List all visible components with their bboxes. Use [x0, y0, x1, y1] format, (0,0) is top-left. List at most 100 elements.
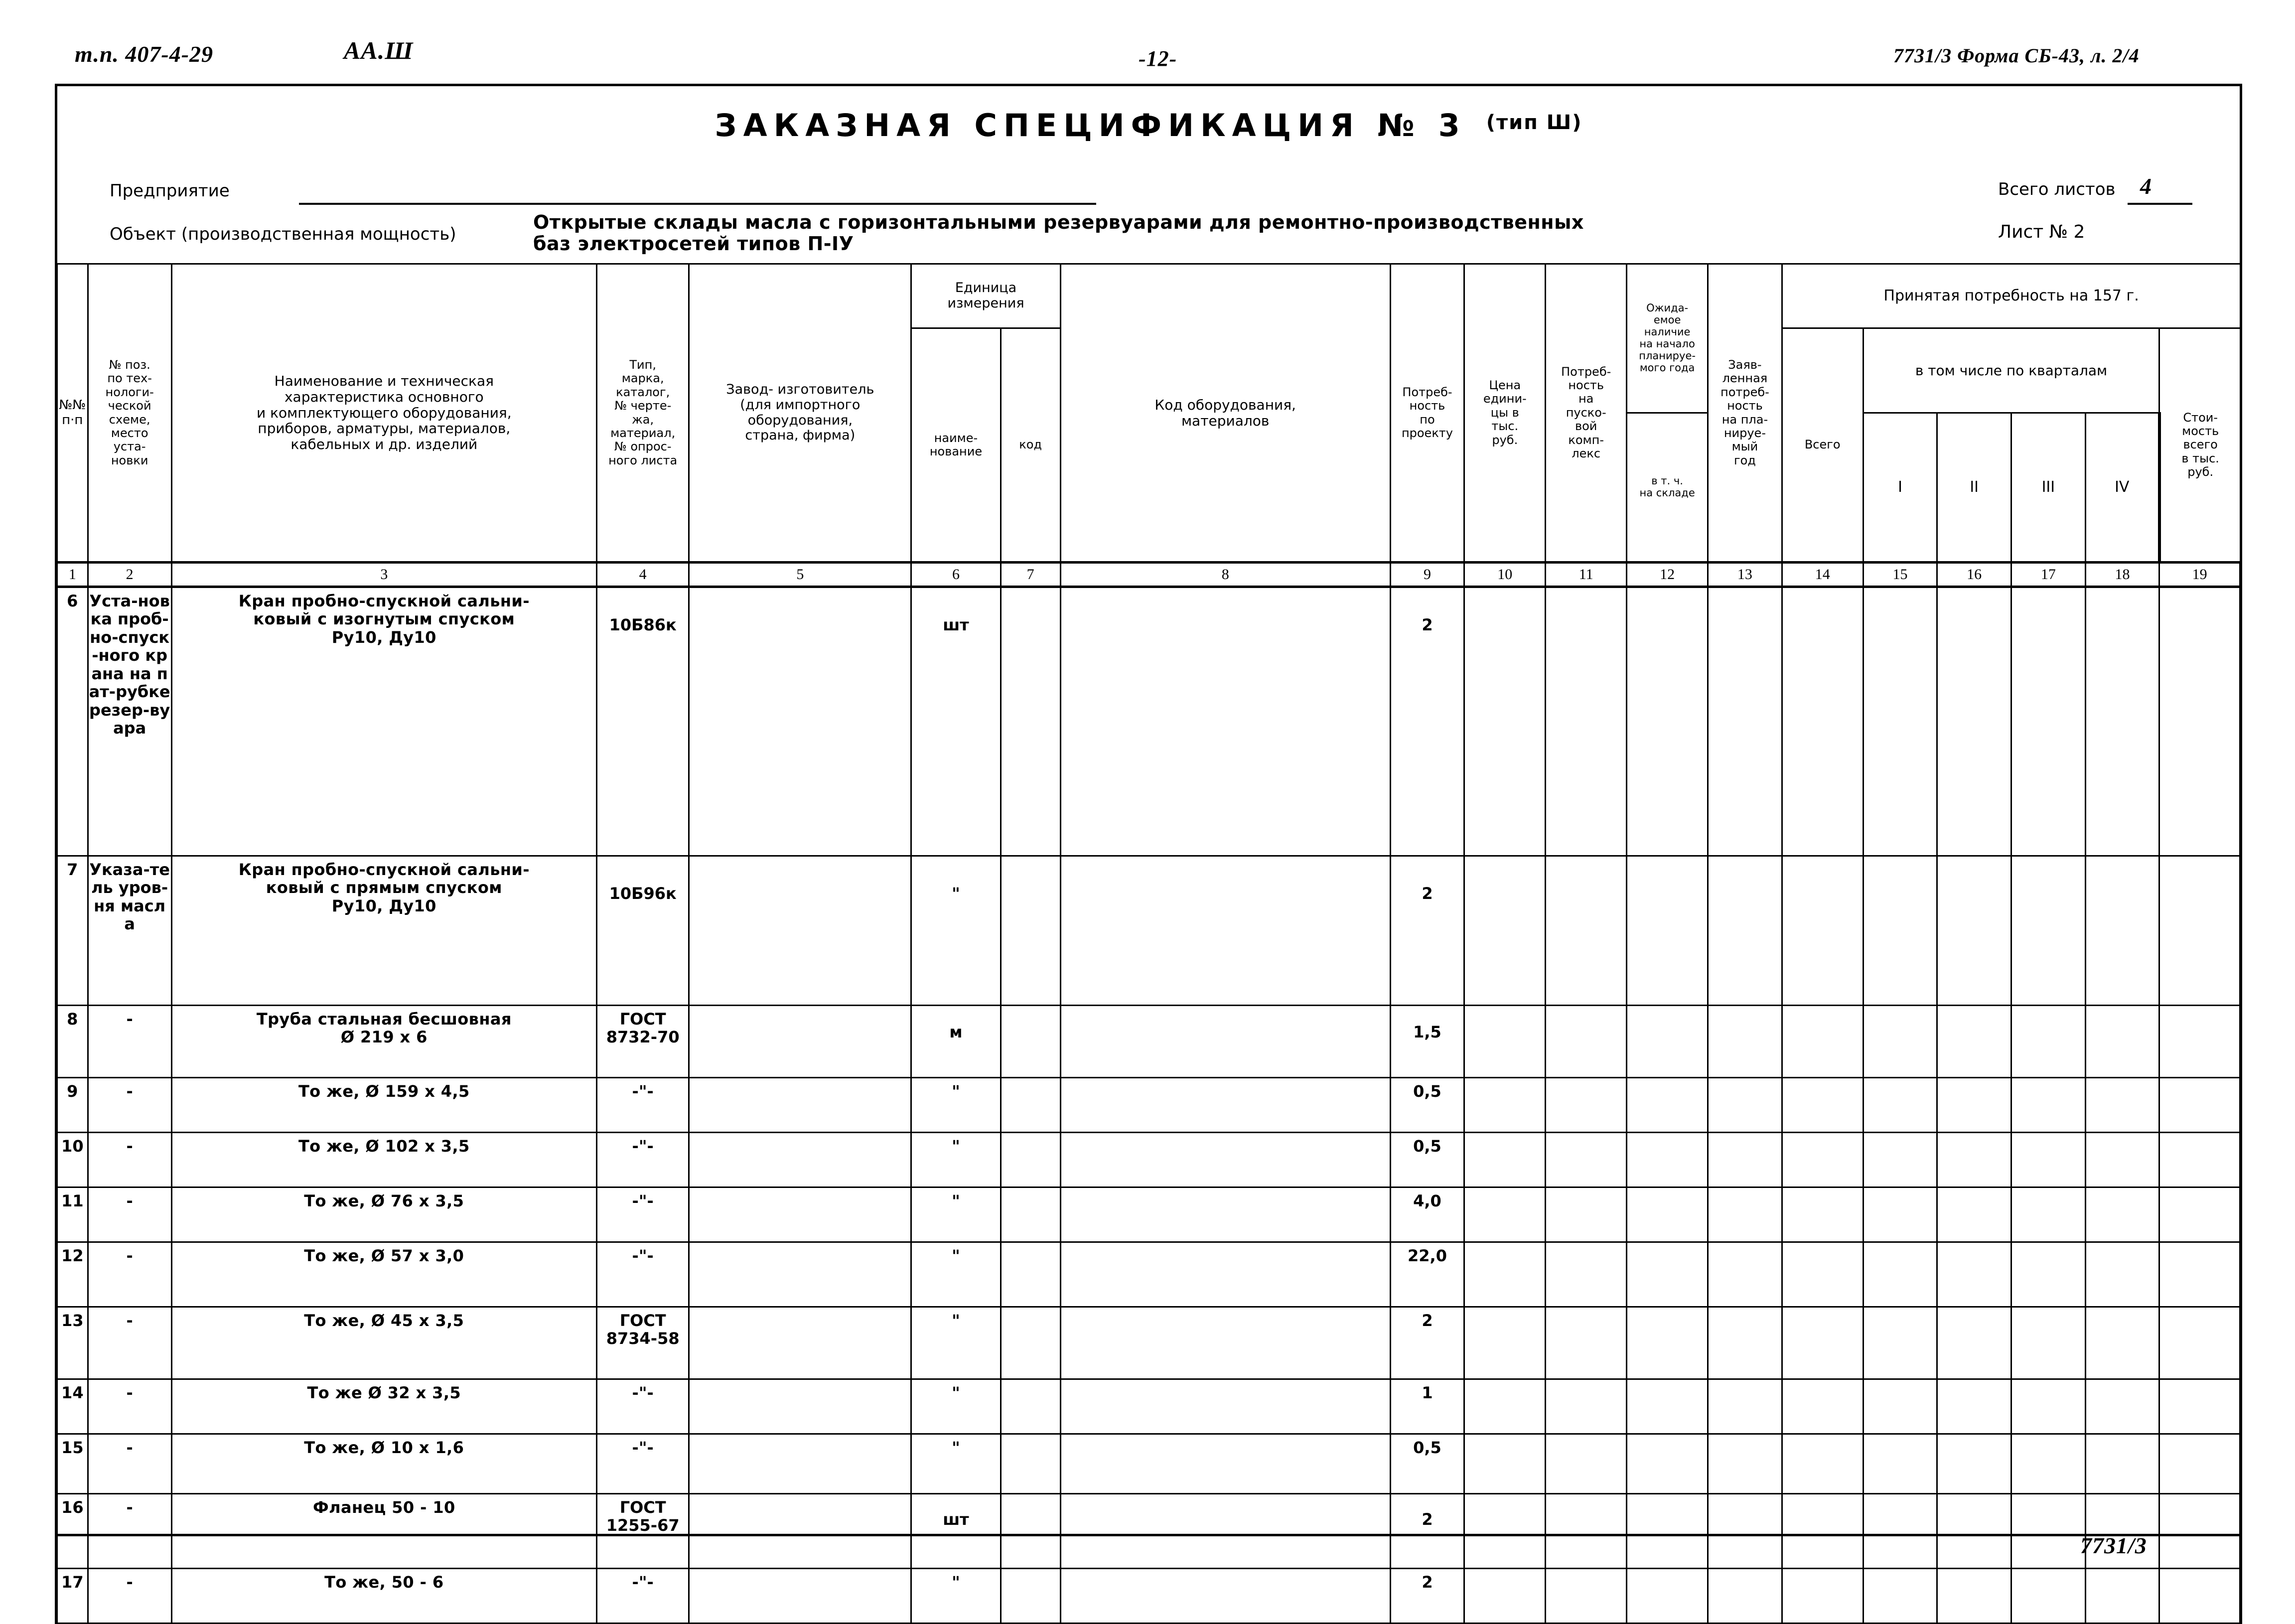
th-quarters-group: в том числе по кварталам — [1862, 327, 2160, 414]
cell-q1 — [1862, 1306, 1938, 1380]
th-quarter-3: III — [2010, 412, 2086, 563]
cell-accepted-total — [1781, 1306, 1864, 1380]
cell-unit-name: " — [910, 1433, 1002, 1494]
cell-accepted-total — [1781, 586, 1864, 857]
cell-q2 — [1936, 1433, 2012, 1494]
cell-unit-price — [1463, 1005, 1547, 1078]
cell-manufacturer — [688, 1493, 912, 1569]
cell-accepted-total — [1781, 1077, 1864, 1133]
table-row[interactable]: 13 - То же, Ø 45 х 3,5 ГОСТ 8734-58 " 2 — [54, 1306, 2243, 1380]
enterprise-input-rule[interactable] — [299, 203, 1096, 205]
cell-accepted-total — [1781, 855, 1864, 1006]
cell-cost-total — [2158, 855, 2243, 1006]
cell-qty-project: 4,0 — [1389, 1186, 1465, 1243]
cell-cost-total — [2158, 1306, 2243, 1380]
cell-qty-startup — [1545, 1433, 1628, 1494]
table-row[interactable]: 12 - То же, Ø 57 х 3,0 -"- " 22,0 — [54, 1241, 2243, 1308]
colnum-3: 3 — [170, 561, 598, 588]
table-row[interactable]: 6 Уста-новка проб-но-спуск-ного крана на… — [54, 586, 2243, 857]
cell-qty-startup — [1545, 1306, 1628, 1380]
cell-unit-price — [1463, 1433, 1547, 1494]
cell-type: ГОСТ 1255-67 — [595, 1493, 690, 1569]
cell-cost-total — [2158, 1186, 2243, 1243]
cell-qty-startup — [1545, 1493, 1628, 1569]
cell-q4 — [2084, 1241, 2160, 1308]
colnum-5: 5 — [688, 561, 912, 588]
cell-q2 — [1936, 1378, 2012, 1435]
colnum-15: 15 — [1862, 561, 1938, 588]
cell-q4 — [2084, 1306, 2160, 1380]
cell-name: Труба стальная бесшовная Ø 219 х 6 — [170, 1005, 598, 1078]
cell-unit-code — [1000, 1378, 1061, 1435]
cell-cost-total — [2158, 1568, 2243, 1624]
cell-q1 — [1862, 1378, 1938, 1435]
cell-q1 — [1862, 1493, 1938, 1569]
cell-manufacturer — [688, 1186, 912, 1243]
colnum-8: 8 — [1059, 561, 1391, 588]
colnum-7: 7 — [1000, 561, 1061, 588]
th-accepted-total: Всего — [1781, 327, 1864, 563]
object-value: Открытые склады масла с горизонтальными … — [533, 211, 1584, 255]
cell-cost-total — [2158, 1433, 2243, 1494]
cell-q3 — [2010, 1132, 2086, 1188]
cell-equipment-code — [1059, 855, 1391, 1006]
cell-unit-code — [1000, 1568, 1061, 1624]
cell-cost-total — [2158, 1132, 2243, 1188]
cell-qty-startup — [1545, 1186, 1628, 1243]
th-row-number: №№ п·п — [54, 263, 89, 563]
table-row[interactable]: 7 Указа-тель уров-ня масла Кран пробно-с… — [54, 855, 2243, 1006]
table-row[interactable]: 14 - То же Ø 32 х 3,5 -"- " 1 — [54, 1378, 2243, 1435]
cell-accepted-total — [1781, 1378, 1864, 1435]
th-type-mark-catalog: Тип, марка, каталог, № черте- жа, матери… — [595, 263, 690, 563]
cell-q3 — [2010, 1077, 2086, 1133]
cell-equipment-code — [1059, 1077, 1391, 1133]
cell-manufacturer — [688, 1077, 912, 1133]
cell-accepted-total — [1781, 1132, 1864, 1188]
colnum-12: 12 — [1626, 561, 1709, 588]
cell-q2 — [1936, 1077, 2012, 1133]
cell-q4 — [2084, 1132, 2160, 1188]
cell-qty-project: 0,5 — [1389, 1433, 1465, 1494]
th-quarter-1: I — [1862, 412, 1938, 563]
cell-manufacturer — [688, 1132, 912, 1188]
table-row[interactable]: 15 - То же, Ø 10 х 1,6 -"- " 0,5 — [54, 1433, 2243, 1494]
cell-qty-project: 0,5 — [1389, 1077, 1465, 1133]
cell-name: То же Ø 32 х 3,5 — [170, 1378, 598, 1435]
th-manufacturer: Завод- изготовитель (для импортного обор… — [688, 263, 912, 563]
table-row[interactable]: 9 - То же, Ø 159 х 4,5 -"- " 0,5 — [54, 1077, 2243, 1133]
th-position-scheme: № поз. по тех- нологи- ческой схеме, мес… — [87, 263, 172, 563]
table-row[interactable]: 17 - То же, 50 - 6 -"- " 2 — [54, 1568, 2243, 1624]
cell-cost-total — [2158, 1005, 2243, 1078]
cell-declared-need — [1707, 1378, 1783, 1435]
cell-row-number: 17 — [54, 1568, 89, 1624]
cell-type: ГОСТ 8732-70 — [595, 1005, 690, 1078]
cell-manufacturer — [688, 1005, 912, 1078]
colnum-1: 1 — [54, 561, 89, 588]
cell-q3 — [2010, 1241, 2086, 1308]
cell-position: - — [87, 1005, 172, 1078]
cell-qty-project: 1,5 — [1389, 1005, 1465, 1078]
table-row[interactable]: 11 - То же, Ø 76 х 3,5 -"- " 4,0 — [54, 1186, 2243, 1243]
cell-q1 — [1862, 1241, 1938, 1308]
cell-type: 10Б86к — [595, 586, 690, 857]
table-row[interactable]: 8 - Труба стальная бесшовная Ø 219 х 6 Г… — [54, 1005, 2243, 1078]
cell-accepted-total — [1781, 1241, 1864, 1308]
colnum-14: 14 — [1781, 561, 1864, 588]
cell-row-number: 12 — [54, 1241, 89, 1308]
cell-name: То же, Ø 159 х 4,5 — [170, 1077, 598, 1133]
order-specification-table: №№ п·п № поз. по тех- нологи- ческой схе… — [54, 263, 2243, 1624]
cell-accepted-total — [1781, 1433, 1864, 1494]
total-sheets-label: Всего листов — [1998, 179, 2116, 199]
cell-unit-name: шт — [910, 1493, 1002, 1569]
cell-qty-startup — [1545, 1568, 1628, 1624]
cell-type: -"- — [595, 1186, 690, 1243]
cell-equipment-code — [1059, 1241, 1391, 1308]
colnum-10: 10 — [1463, 561, 1547, 588]
cell-cost-total — [2158, 586, 2243, 857]
cell-equipment-code — [1059, 1306, 1391, 1380]
table-row[interactable]: 10 - То же, Ø 102 х 3,5 -"- " 0,5 — [54, 1132, 2243, 1188]
th-accepted-need-group: Принятая потребность на 157 г. — [1781, 263, 2242, 329]
cell-name: То же, Ø 10 х 1,6 — [170, 1433, 598, 1494]
colnum-2: 2 — [87, 561, 172, 588]
table-row[interactable]: 16 - Фланец 50 - 10 ГОСТ 1255-67 шт 2 — [54, 1493, 2243, 1569]
